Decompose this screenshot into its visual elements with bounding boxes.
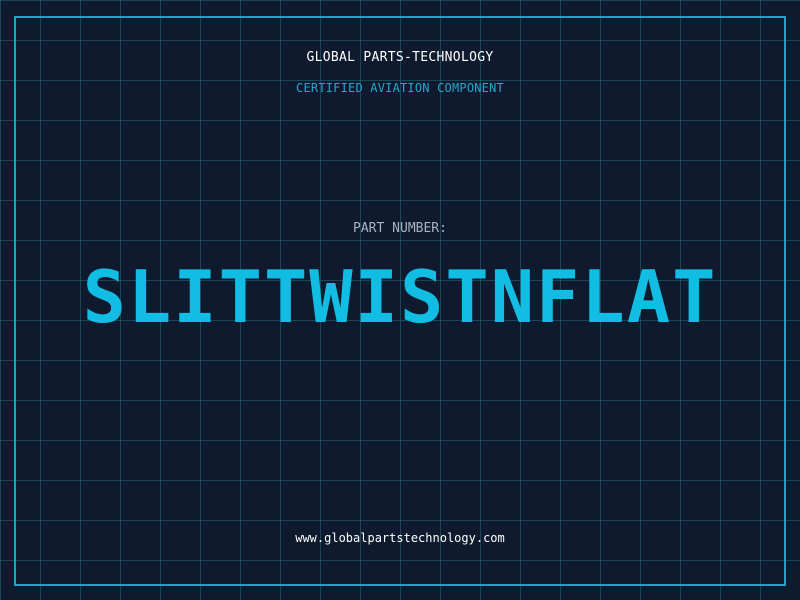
part-number-value: SLITTWISTNFLAT — [82, 255, 718, 339]
part-number-label: PART NUMBER: — [353, 221, 447, 236]
certification-subtitle: CERTIFIED AVIATION COMPONENT — [296, 81, 504, 95]
certificate-canvas: GLOBAL PARTS-TECHNOLOGY CERTIFIED AVIATI… — [0, 0, 800, 600]
website-url: www.globalpartstechnology.com — [295, 531, 505, 545]
company-name: GLOBAL PARTS-TECHNOLOGY — [306, 50, 494, 65]
